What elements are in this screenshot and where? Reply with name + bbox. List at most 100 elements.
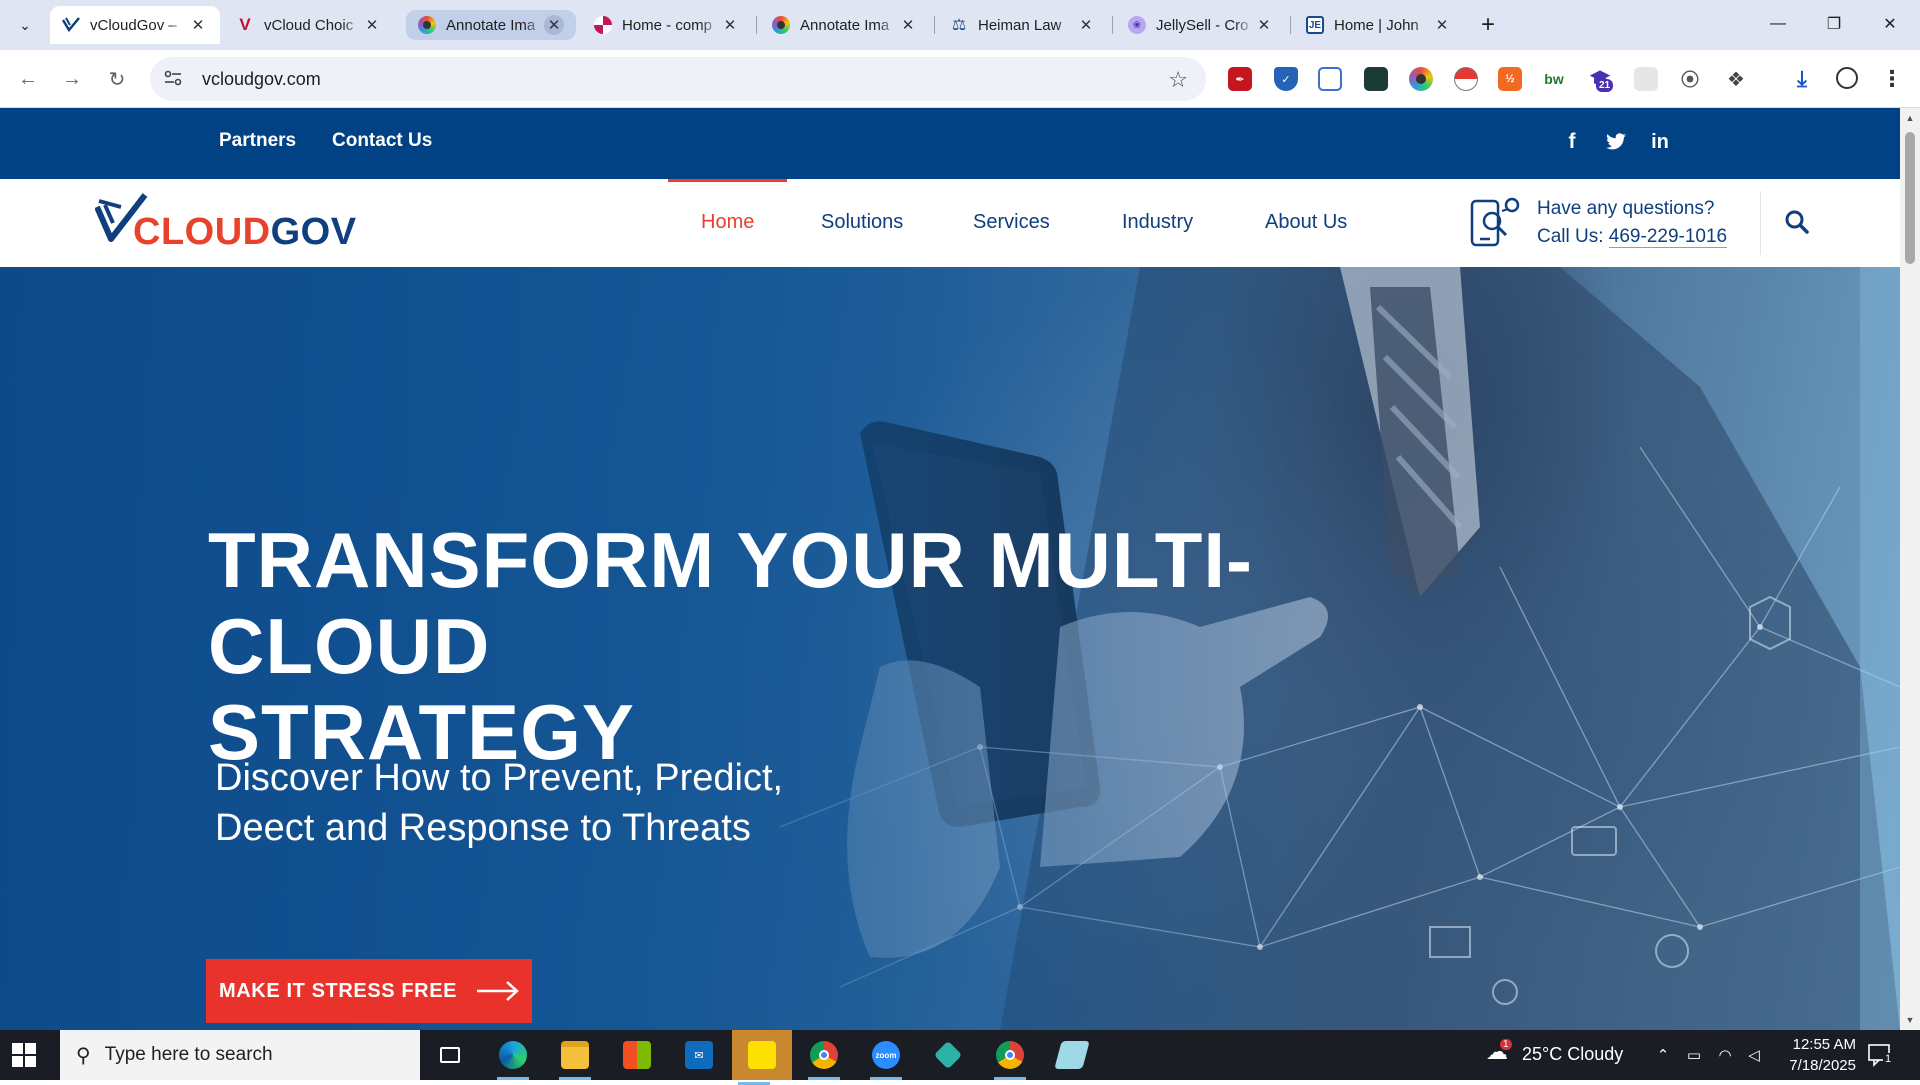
clipboard-icon[interactable]	[1318, 67, 1342, 91]
utility-bar: Partners Contact Us f in	[0, 108, 1900, 179]
notifications-icon[interactable]: 1	[1868, 1043, 1894, 1067]
extension-badge: 21	[1596, 79, 1614, 92]
notepad-app-icon[interactable]	[1050, 1035, 1094, 1075]
contact-us-link[interactable]: Contact Us	[332, 130, 432, 152]
tab-jellysell[interactable]: ❀ JellySell - Cro ✕	[1116, 6, 1286, 44]
tab-title: Annotate Ima	[800, 16, 890, 34]
zoom-icon[interactable]: zoom	[864, 1035, 908, 1080]
hero-sub-line-1: Discover How to Prevent, Predict,	[215, 757, 784, 799]
nav-about-us[interactable]: About Us	[1265, 211, 1347, 234]
close-tab-icon[interactable]: ✕	[188, 15, 208, 35]
tab-title: Home - comp	[622, 16, 713, 34]
nav-solutions[interactable]: Solutions	[821, 211, 903, 234]
minimize-icon[interactable]: —	[1750, 0, 1806, 48]
browser-tab-bar: ⌄ vCloudGov – ✕ V vCloud Choic ✕ Annotat…	[0, 0, 1920, 50]
bw-icon[interactable]: bw	[1542, 67, 1566, 91]
close-tab-icon[interactable]: ✕	[362, 15, 382, 35]
sticky-notes-icon[interactable]	[732, 1030, 792, 1085]
main-navigation: CLOUDGOV Home Solutions Services Industr…	[0, 179, 1900, 267]
chevron-up-icon[interactable]: ⌃	[1653, 1045, 1673, 1065]
site-settings-icon[interactable]	[164, 70, 188, 89]
search-icon[interactable]	[1784, 209, 1810, 235]
close-tab-icon[interactable]: ✕	[1076, 15, 1096, 35]
close-window-icon[interactable]: ✕	[1862, 0, 1918, 48]
close-tab-icon[interactable]: ✕	[898, 15, 918, 35]
windows-taskbar: ⚲ Type here to search ✉ zoom ☁ 1 25°C Cl…	[0, 1030, 1920, 1085]
battery-icon[interactable]: ▭	[1684, 1045, 1704, 1065]
brand-gov-text: GOV	[270, 211, 357, 253]
download-icon[interactable]: ⤓	[1790, 66, 1814, 91]
url-text[interactable]: vcloudgov.com	[202, 69, 321, 90]
tab-home-comp[interactable]: Home - comp ✕	[582, 6, 752, 44]
address-bar[interactable]: vcloudgov.com ☆	[150, 57, 1206, 101]
diamond-app-icon[interactable]	[926, 1035, 970, 1075]
nav-services[interactable]: Services	[973, 211, 1050, 234]
phone-number-link[interactable]: 469-229-1016	[1608, 226, 1728, 248]
acrobat-icon[interactable]: ✒	[1228, 67, 1252, 91]
chrome-icon[interactable]	[802, 1035, 846, 1080]
linkedin-icon[interactable]: in	[1646, 128, 1674, 156]
tab-title: vCloudGov –	[90, 16, 177, 34]
wallet-icon[interactable]	[1364, 67, 1388, 91]
graduation-cap-icon[interactable]: 21	[1588, 67, 1614, 92]
edge-browser-icon[interactable]	[491, 1035, 535, 1080]
task-view-icon[interactable]	[428, 1035, 472, 1075]
tab-heiman-law[interactable]: ⚖ Heiman Law ✕	[938, 6, 1108, 44]
tab-vcloudgov[interactable]: vCloudGov – ✕	[50, 6, 220, 44]
mail-icon[interactable]: ✉	[677, 1035, 721, 1075]
hero-subheadline: Discover How to Prevent, Predict, Deect …	[215, 753, 915, 853]
annotate-icon	[418, 16, 436, 34]
close-tab-icon[interactable]: ✕	[1254, 15, 1274, 35]
new-tab-button[interactable]: +	[1473, 10, 1503, 40]
vcloudgov-check-icon	[62, 16, 80, 34]
puzzle-icon[interactable]: ❖	[1724, 67, 1748, 91]
system-clock[interactable]: 12:55 AM 7/18/2025	[1770, 1034, 1856, 1076]
restore-icon[interactable]: ❐	[1806, 0, 1862, 48]
twitter-icon[interactable]	[1602, 128, 1630, 156]
tab-annotate-image-2[interactable]: Annotate Ima ✕	[760, 6, 930, 44]
half-orange-icon[interactable]: ½	[1498, 67, 1522, 91]
cloudgov-logo[interactable]: CLOUDGOV	[95, 193, 357, 253]
scroll-down-arrow-icon[interactable]: ▼	[1900, 1012, 1920, 1028]
page-scrollbar[interactable]: ▲ ▼	[1900, 108, 1920, 1030]
scroll-up-arrow-icon[interactable]: ▲	[1900, 110, 1920, 126]
partners-link[interactable]: Partners	[219, 130, 296, 152]
hero-headline: TRANSFORM YOUR MULTI-CLOUD STRATEGY	[208, 517, 1508, 775]
facebook-icon[interactable]: f	[1558, 128, 1586, 156]
taskbar-search-box[interactable]: ⚲ Type here to search	[60, 1030, 420, 1080]
blank-icon[interactable]	[1634, 67, 1658, 91]
close-tab-icon[interactable]: ✕	[544, 15, 564, 35]
volume-icon[interactable]: ◁	[1744, 1045, 1764, 1065]
menu-kebab-icon[interactable]: ⋮	[1880, 66, 1904, 91]
tab-annotate-image-1[interactable]: Annotate Ima ✕	[406, 10, 576, 40]
file-explorer-icon[interactable]	[553, 1035, 597, 1080]
close-tab-icon[interactable]: ✕	[720, 15, 740, 35]
back-icon[interactable]: ←	[13, 64, 43, 94]
tab-search-chevron-icon[interactable]: ⌄	[10, 10, 40, 40]
weather-text[interactable]: 25°C Cloudy	[1522, 1044, 1623, 1065]
pinwheel-icon	[594, 16, 612, 34]
forward-icon[interactable]: →	[57, 64, 87, 94]
annotate-icon[interactable]	[1409, 67, 1433, 91]
shield-icon[interactable]: ✓	[1274, 67, 1298, 91]
reload-icon[interactable]: ↻	[102, 64, 132, 94]
wifi-icon[interactable]: ◠	[1715, 1045, 1735, 1065]
profile-icon[interactable]	[1836, 67, 1858, 89]
clock-date: 7/18/2025	[1789, 1057, 1856, 1074]
pokeball-icon[interactable]	[1454, 67, 1478, 91]
close-tab-icon[interactable]: ✕	[1432, 15, 1452, 35]
bookmark-star-icon[interactable]: ☆	[1168, 67, 1188, 93]
compass-icon[interactable]: ⦿	[1678, 67, 1702, 91]
nav-industry[interactable]: Industry	[1122, 211, 1193, 234]
nav-home[interactable]: Home	[701, 211, 754, 234]
microsoft-store-icon[interactable]	[615, 1035, 659, 1075]
hero-sub-line-2: Deect and Response to Threats	[215, 807, 751, 849]
scrollbar-thumb[interactable]	[1905, 132, 1915, 264]
tab-home-john[interactable]: JE Home | John ✕	[1294, 6, 1464, 44]
hero-headline-line-1: TRANSFORM YOUR MULTI-CLOUD	[208, 516, 1254, 690]
tab-vcloud-choice[interactable]: V vCloud Choic ✕	[224, 6, 394, 44]
v-logo-icon: V	[239, 15, 251, 34]
windows-start-icon[interactable]	[12, 1043, 36, 1067]
make-it-stress-free-button[interactable]: MAKE IT STRESS FREE	[206, 959, 532, 1023]
chrome-profile-icon[interactable]	[988, 1035, 1032, 1080]
